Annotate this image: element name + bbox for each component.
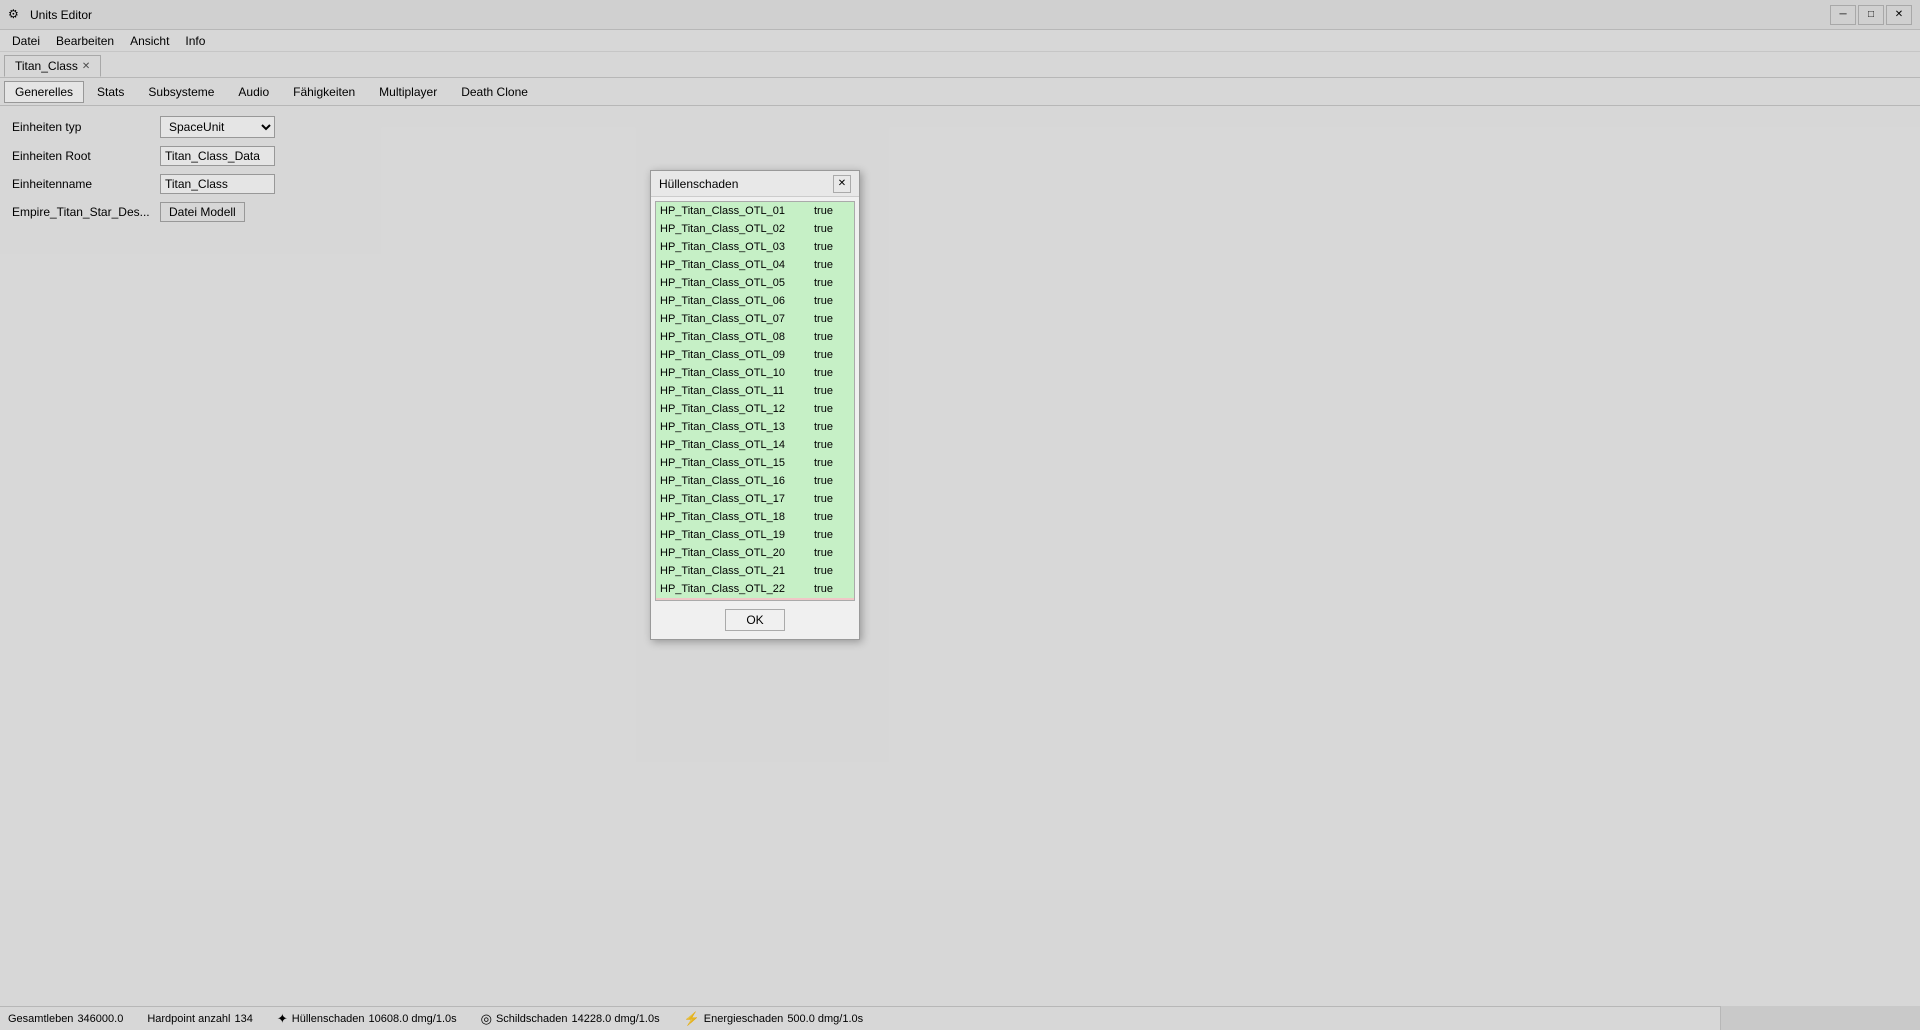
- list-item-name: HP_Titan_Class_OTL_07: [660, 313, 814, 325]
- list-item-value: true: [814, 385, 850, 397]
- list-item[interactable]: HP_Titan_Class_QIC_01false: [656, 598, 854, 600]
- list-item[interactable]: HP_Titan_Class_OTL_04true: [656, 256, 854, 274]
- list-item-name: HP_Titan_Class_OTL_11: [660, 385, 814, 397]
- list-item-value: true: [814, 205, 850, 217]
- list-item-value: true: [814, 529, 850, 541]
- list-item[interactable]: HP_Titan_Class_OTL_21true: [656, 562, 854, 580]
- list-item-name: HP_Titan_Class_OTL_22: [660, 583, 814, 595]
- list-item[interactable]: HP_Titan_Class_OTL_14true: [656, 436, 854, 454]
- list-item[interactable]: HP_Titan_Class_OTL_08true: [656, 328, 854, 346]
- list-item-name: HP_Titan_Class_OTL_02: [660, 223, 814, 235]
- ok-button[interactable]: OK: [725, 609, 785, 631]
- modal-footer: OK: [651, 605, 859, 639]
- list-item-value: true: [814, 295, 850, 307]
- list-item-value: true: [814, 421, 850, 433]
- list-item-name: HP_Titan_Class_OTL_21: [660, 565, 814, 577]
- list-item-name: HP_Titan_Class_OTL_13: [660, 421, 814, 433]
- list-item-value: true: [814, 511, 850, 523]
- modal-overlay: Hüllenschaden ✕ HP_Titan_Class_OTL_01tru…: [0, 0, 1920, 1030]
- list-item-name: HP_Titan_Class_OTL_04: [660, 259, 814, 271]
- list-item-name: HP_Titan_Class_OTL_06: [660, 295, 814, 307]
- list-item[interactable]: HP_Titan_Class_OTL_13true: [656, 418, 854, 436]
- list-item[interactable]: HP_Titan_Class_OTL_05true: [656, 274, 854, 292]
- list-item[interactable]: HP_Titan_Class_OTL_01true: [656, 202, 854, 220]
- list-item-value: true: [814, 331, 850, 343]
- list-item-name: HP_Titan_Class_OTL_20: [660, 547, 814, 559]
- list-item-name: HP_Titan_Class_OTL_03: [660, 241, 814, 253]
- list-item-name: HP_Titan_Class_OTL_10: [660, 367, 814, 379]
- list-item[interactable]: HP_Titan_Class_OTL_19true: [656, 526, 854, 544]
- modal-list-container: HP_Titan_Class_OTL_01trueHP_Titan_Class_…: [655, 201, 855, 601]
- list-item[interactable]: HP_Titan_Class_OTL_12true: [656, 400, 854, 418]
- list-item-name: HP_Titan_Class_OTL_19: [660, 529, 814, 541]
- list-item-name: HP_Titan_Class_OTL_09: [660, 349, 814, 361]
- list-item-value: true: [814, 475, 850, 487]
- list-item-value: true: [814, 583, 850, 595]
- list-item[interactable]: HP_Titan_Class_OTL_20true: [656, 544, 854, 562]
- modal-title: Hüllenschaden: [659, 177, 738, 191]
- list-item[interactable]: HP_Titan_Class_OTL_02true: [656, 220, 854, 238]
- list-item-name: HP_Titan_Class_OTL_16: [660, 475, 814, 487]
- list-item-value: true: [814, 403, 850, 415]
- list-item-value: true: [814, 241, 850, 253]
- list-item-value: true: [814, 259, 850, 271]
- list-item-value: true: [814, 349, 850, 361]
- list-item[interactable]: HP_Titan_Class_OTL_22true: [656, 580, 854, 598]
- modal-titlebar: Hüllenschaden ✕: [651, 171, 859, 197]
- list-item-value: true: [814, 313, 850, 325]
- list-item[interactable]: HP_Titan_Class_OTL_10true: [656, 364, 854, 382]
- list-item-value: true: [814, 565, 850, 577]
- list-item-name: HP_Titan_Class_OTL_17: [660, 493, 814, 505]
- list-item-value: true: [814, 223, 850, 235]
- list-item-name: HP_Titan_Class_OTL_18: [660, 511, 814, 523]
- list-item[interactable]: HP_Titan_Class_OTL_18true: [656, 508, 854, 526]
- list-item-name: HP_Titan_Class_OTL_15: [660, 457, 814, 469]
- list-item-name: HP_Titan_Class_OTL_08: [660, 331, 814, 343]
- list-item-value: true: [814, 547, 850, 559]
- list-item[interactable]: HP_Titan_Class_OTL_07true: [656, 310, 854, 328]
- list-item[interactable]: HP_Titan_Class_OTL_06true: [656, 292, 854, 310]
- huellenschaden-dialog: Hüllenschaden ✕ HP_Titan_Class_OTL_01tru…: [650, 170, 860, 640]
- list-item-value: true: [814, 493, 850, 505]
- list-item-value: true: [814, 277, 850, 289]
- list-item[interactable]: HP_Titan_Class_OTL_11true: [656, 382, 854, 400]
- list-item-name: HP_Titan_Class_OTL_05: [660, 277, 814, 289]
- list-item-name: HP_Titan_Class_OTL_12: [660, 403, 814, 415]
- list-item[interactable]: HP_Titan_Class_OTL_03true: [656, 238, 854, 256]
- list-item[interactable]: HP_Titan_Class_OTL_09true: [656, 346, 854, 364]
- modal-close-button[interactable]: ✕: [833, 175, 851, 193]
- list-item-value: true: [814, 457, 850, 469]
- list-item-value: true: [814, 367, 850, 379]
- list-item[interactable]: HP_Titan_Class_OTL_17true: [656, 490, 854, 508]
- list-item[interactable]: HP_Titan_Class_OTL_15true: [656, 454, 854, 472]
- list-item-name: HP_Titan_Class_OTL_14: [660, 439, 814, 451]
- list-item-value: true: [814, 439, 850, 451]
- modal-list[interactable]: HP_Titan_Class_OTL_01trueHP_Titan_Class_…: [656, 202, 854, 600]
- list-item-name: HP_Titan_Class_OTL_01: [660, 205, 814, 217]
- list-item[interactable]: HP_Titan_Class_OTL_16true: [656, 472, 854, 490]
